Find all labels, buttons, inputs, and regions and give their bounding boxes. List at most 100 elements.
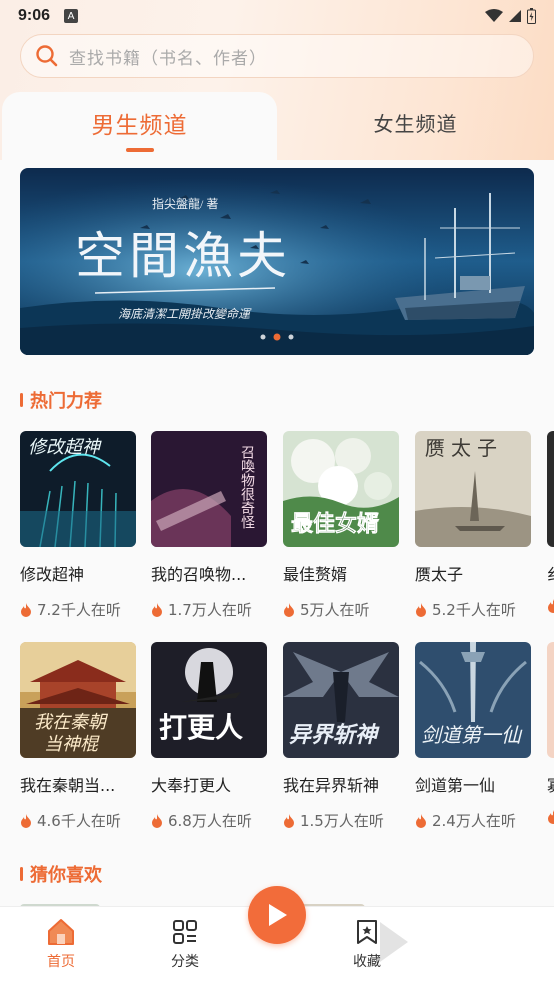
book-listeners: 2.4万人在听 bbox=[415, 810, 531, 831]
title-accent-bar bbox=[20, 867, 23, 881]
book-title: 我的召唤物... bbox=[151, 565, 247, 584]
book-title-peek: 寡 bbox=[547, 772, 554, 796]
tab-female-channel[interactable]: 女生频道 bbox=[277, 92, 554, 162]
guess-section-label: 猜你喜欢 bbox=[30, 865, 102, 886]
fire-icon bbox=[284, 602, 294, 617]
fire-icon bbox=[152, 602, 162, 617]
book-card[interactable]: 我在秦朝 当神棍 我在秦朝当... 4.6千人在听 bbox=[20, 642, 136, 831]
book-listeners: 5万人在听 bbox=[283, 599, 399, 620]
shadow-arrow-icon bbox=[380, 922, 408, 962]
book-title: 赝太子 bbox=[415, 565, 464, 584]
promo-banner[interactable]: 指尖盤龍/ 著 空間漁夫 海底清潔工開掛改變命運 bbox=[20, 168, 534, 355]
play-button[interactable] bbox=[248, 886, 306, 944]
book-listeners-count: 5万人在听 bbox=[300, 601, 370, 619]
book-listeners: 5.2千人在听 bbox=[415, 599, 531, 620]
hot-section-title: 热门力荐 bbox=[20, 387, 102, 413]
book-cover-subtitle: 当神棍 bbox=[44, 734, 100, 755]
book-cover-peek[interactable] bbox=[547, 642, 554, 758]
book-card[interactable]: 剑道第一仙 剑道第一仙 2.4万人在听 bbox=[415, 642, 531, 831]
book-title-peek: 纟 bbox=[547, 561, 554, 585]
book-title: 我在异界斩神 bbox=[283, 776, 380, 795]
book-cover-title: 最佳女婿 bbox=[291, 511, 379, 537]
book-cover: 最佳女婿 bbox=[283, 431, 399, 547]
book-cover-title: 赝太子 bbox=[425, 436, 503, 460]
fire-icon bbox=[416, 602, 426, 617]
title-accent-bar bbox=[20, 393, 23, 407]
banner-subtitle: 海底清潔工開掛改變命運 bbox=[118, 307, 252, 321]
book-card[interactable]: 最佳女婿 最佳赘婿 5万人在听 bbox=[283, 431, 399, 620]
category-icon bbox=[173, 920, 197, 944]
fire-icon bbox=[548, 599, 554, 613]
book-listeners: 4.6千人在听 bbox=[20, 810, 136, 831]
nav-category[interactable]: 分类 bbox=[155, 917, 215, 971]
fire-icon bbox=[152, 813, 162, 828]
nav-home[interactable]: 首页 bbox=[31, 917, 91, 971]
search-icon bbox=[36, 45, 58, 67]
battery-icon bbox=[527, 8, 536, 24]
book-cover: 我在秦朝 当神棍 bbox=[20, 642, 136, 758]
status-bar: 9:06 A bbox=[0, 0, 554, 32]
book-title: 最佳赘婿 bbox=[283, 565, 348, 584]
tab-male-channel[interactable]: 男生频道 bbox=[2, 92, 277, 162]
book-cover-peek[interactable] bbox=[547, 431, 554, 547]
book-card[interactable]: 召喚物很奇怪 我的召唤物... 1.7万人在听 bbox=[151, 431, 267, 620]
play-icon bbox=[269, 904, 287, 926]
book-cover: 异界斩神 bbox=[283, 642, 399, 758]
channel-tabs: 男生频道 女生频道 bbox=[0, 92, 554, 162]
book-listeners: 6.8万人在听 bbox=[151, 810, 267, 831]
book-title: 大奉打更人 bbox=[151, 776, 232, 795]
guess-section-title: 猜你喜欢 bbox=[20, 861, 102, 887]
banner-title: 空間漁夫 bbox=[75, 227, 291, 285]
tab-female-label: 女生频道 bbox=[373, 112, 458, 136]
search-bar[interactable]: 查找书籍（书名、作者） bbox=[20, 34, 534, 78]
book-cover: 赝太子 bbox=[415, 431, 531, 547]
book-cover-title: 召喚物很奇怪 bbox=[239, 445, 255, 529]
book-cover: 召喚物很奇怪 bbox=[151, 431, 267, 547]
book-cover-title: 剑道第一仙 bbox=[421, 723, 523, 747]
book-cover-title: 异界斩神 bbox=[289, 722, 380, 748]
home-icon bbox=[48, 919, 74, 945]
fire-icon bbox=[21, 813, 31, 828]
book-cover: 修改超神 bbox=[20, 431, 136, 547]
book-card[interactable]: 赝太子 赝太子 5.2千人在听 bbox=[415, 431, 531, 620]
wifi-icon bbox=[485, 9, 503, 22]
status-icons bbox=[485, 8, 536, 24]
fire-icon bbox=[21, 602, 31, 617]
book-cover-title: 打更人 bbox=[159, 711, 243, 744]
book-listeners: 1.5万人在听 bbox=[283, 810, 399, 831]
book-cover: 打更人 bbox=[151, 642, 267, 758]
fire-icon bbox=[548, 810, 554, 824]
book-card[interactable]: 异界斩神 我在异界斩神 1.5万人在听 bbox=[283, 642, 399, 831]
app-screen: 9:06 A 查找书籍（书名、作者） 男生频道 女生频道 指尖盤龍/ 著 空間漁… bbox=[0, 0, 554, 984]
book-listeners-count: 7.2千人在听 bbox=[37, 601, 121, 619]
book-listeners-count: 2.4万人在听 bbox=[432, 812, 516, 830]
banner-author: 指尖盤龍/ 著 bbox=[152, 196, 218, 211]
tab-active-indicator bbox=[126, 148, 154, 152]
book-title: 剑道第一仙 bbox=[415, 776, 496, 795]
book-listeners-count: 4.6千人在听 bbox=[37, 812, 121, 830]
fire-icon bbox=[416, 813, 426, 828]
search-input[interactable]: 查找书籍（书名、作者） bbox=[69, 44, 267, 69]
book-listeners-count: 6.8万人在听 bbox=[168, 812, 252, 830]
book-listeners: 7.2千人在听 bbox=[20, 599, 136, 620]
book-listeners-count: 5.2千人在听 bbox=[432, 601, 516, 619]
tab-male-label: 男生频道 bbox=[91, 113, 188, 139]
book-title: 修改超神 bbox=[20, 565, 85, 584]
book-cover-title: 我在秦朝 bbox=[34, 712, 109, 733]
book-cover: 剑道第一仙 bbox=[415, 642, 531, 758]
fire-icon bbox=[284, 813, 294, 828]
notification-a-icon: A bbox=[64, 9, 79, 23]
status-time: 9:06 bbox=[18, 7, 51, 24]
signal-icon bbox=[509, 10, 521, 22]
nav-category-label: 分类 bbox=[171, 954, 199, 970]
book-listeners-count: 1.5万人在听 bbox=[300, 812, 384, 830]
book-listeners: 1.7万人在听 bbox=[151, 599, 267, 620]
book-card[interactable]: 修改超神 修改超神 7.2千人在听 bbox=[20, 431, 136, 620]
book-listeners-count: 1.7万人在听 bbox=[168, 601, 252, 619]
book-card[interactable]: 打更人 大奉打更人 6.8万人在听 bbox=[151, 642, 267, 831]
nav-home-label: 首页 bbox=[47, 954, 75, 970]
book-cover-title: 修改超神 bbox=[28, 437, 102, 458]
book-title: 我在秦朝当... bbox=[20, 776, 116, 795]
bookmark-icon bbox=[357, 920, 377, 944]
hot-section-label: 热门力荐 bbox=[30, 391, 102, 412]
